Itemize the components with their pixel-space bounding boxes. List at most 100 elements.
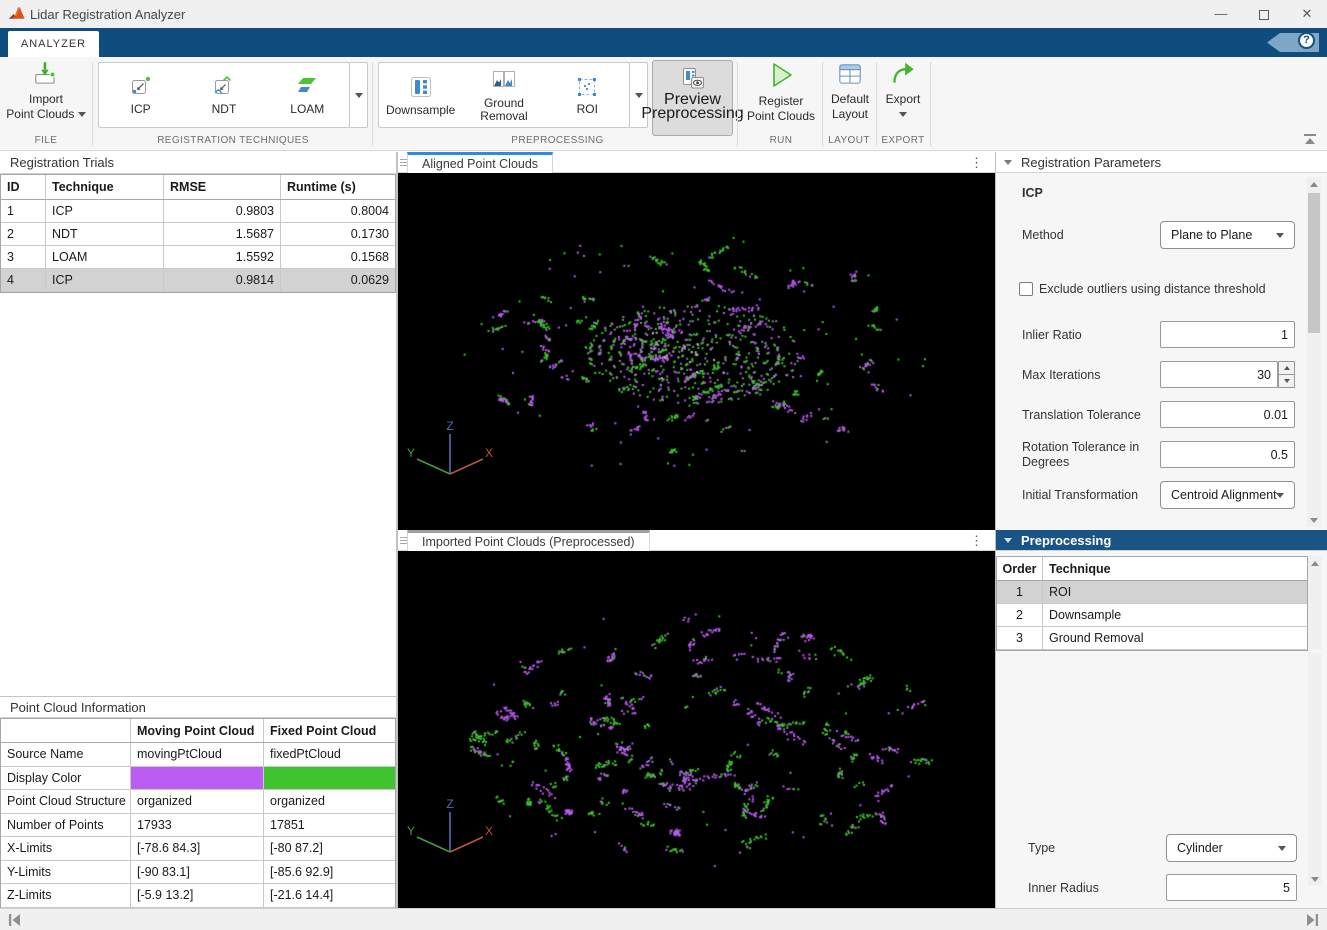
ndt-button[interactable]: NDT	[188, 65, 260, 125]
table-cell[interactable]: Downsample	[1043, 604, 1307, 626]
table-cell[interactable]: organized	[264, 790, 395, 813]
column-header-id[interactable]: ID	[1, 175, 46, 199]
table-cell[interactable]: movingPtCloud	[131, 743, 264, 766]
type-dropdown[interactable]: Cylinder	[1166, 834, 1297, 862]
loam-button[interactable]: LOAM	[271, 65, 343, 125]
table-cell[interactable]: X-Limits	[1, 837, 131, 860]
table-cell[interactable]: 3	[1, 246, 46, 268]
table-cell[interactable]: 1.5687	[164, 223, 281, 245]
table-cell[interactable]: [-80 87.2]	[264, 837, 395, 860]
table-cell[interactable]: [-78.6 84.3]	[131, 837, 264, 860]
table-cell[interactable]: 2	[1, 223, 46, 245]
table-cell[interactable]: Z-Limits	[1, 884, 131, 907]
method-dropdown[interactable]: Plane to Plane	[1160, 221, 1295, 249]
table-row[interactable]: X-Limits[-78.6 84.3][-80 87.2]	[1, 837, 395, 861]
kebab-menu-icon[interactable]: ⋮	[970, 530, 983, 551]
table-row[interactable]: Display Color	[1, 767, 395, 791]
column-header-order[interactable]: Order	[997, 557, 1043, 580]
export-button[interactable]: Export	[879, 59, 927, 139]
inner-radius-input[interactable]	[1166, 874, 1297, 901]
register-point-clouds-button[interactable]: Register Point Clouds	[741, 59, 821, 139]
table-cell[interactable]: [-90 83.1]	[131, 861, 264, 884]
preview-preprocessing-button[interactable]: Preview Preprocessing	[652, 60, 733, 136]
table-cell[interactable]: ROI	[1043, 581, 1307, 603]
icp-button[interactable]: ICP	[105, 65, 177, 125]
table-cell[interactable]: 1	[1, 200, 46, 222]
table-cell[interactable]: Source Name	[1, 743, 131, 766]
table-cell[interactable]: Display Color	[1, 767, 131, 790]
collapse-section-icon[interactable]	[1004, 160, 1012, 165]
spinner-down-button[interactable]	[1278, 375, 1295, 389]
collapse-section-icon[interactable]	[1004, 538, 1012, 543]
fixed-color-swatch[interactable]	[264, 767, 395, 790]
table-cell[interactable]: ICP	[46, 269, 164, 291]
column-header-technique[interactable]: Technique	[46, 175, 164, 199]
table-cell[interactable]: Y-Limits	[1, 861, 131, 884]
table-row[interactable]: 3LOAM1.55920.1568	[1, 246, 395, 269]
tab-analyzer[interactable]: ANALYZER	[8, 31, 99, 57]
table-cell[interactable]: 0.1568	[281, 246, 395, 268]
table-cell[interactable]: 0.1730	[281, 223, 395, 245]
scrollbar-thumb[interactable]	[1308, 193, 1320, 333]
skip-to-end-icon[interactable]	[1303, 911, 1321, 929]
table-cell[interactable]: LOAM	[46, 246, 164, 268]
scroll-down-arrow[interactable]	[1307, 513, 1321, 527]
tab-imported-point-clouds[interactable]: Imported Point Clouds (Preprocessed)	[407, 530, 650, 551]
registration-parameters-header[interactable]: Registration Parameters	[996, 152, 1327, 173]
table-cell[interactable]: Number of Points	[1, 814, 131, 837]
table-row[interactable]: Y-Limits[-90 83.1][-85.6 92.9]	[1, 861, 395, 885]
table-cell[interactable]: 1	[997, 581, 1043, 603]
drag-grip-icon[interactable]	[400, 535, 407, 546]
preprocessing-header[interactable]: Preprocessing	[996, 530, 1327, 551]
minimize-button[interactable]: —	[1201, 0, 1241, 28]
table-cell[interactable]: 4	[1, 269, 46, 291]
default-layout-button[interactable]: Default Layout	[826, 59, 874, 139]
parameters-scrollbar[interactable]	[1307, 177, 1321, 527]
table-row[interactable]: 2NDT1.56870.1730	[1, 223, 395, 246]
column-header-runtime[interactable]: Runtime (s)	[281, 175, 395, 199]
spinner-up-button[interactable]	[1278, 361, 1295, 375]
table-row[interactable]: Z-Limits[-5.9 13.2][-21.6 14.4]	[1, 884, 395, 908]
downsample-button[interactable]: Downsample	[385, 65, 457, 125]
table-cell[interactable]: 0.9803	[164, 200, 281, 222]
scroll-up-arrow[interactable]	[1308, 556, 1322, 570]
table-cell[interactable]: Ground Removal	[1043, 627, 1307, 649]
table-cell[interactable]: [-5.9 13.2]	[131, 884, 264, 907]
drag-grip-icon[interactable]	[400, 157, 407, 168]
scroll-up-arrow[interactable]	[1307, 177, 1321, 191]
table-cell[interactable]: 2	[997, 604, 1043, 626]
skip-to-start-icon[interactable]	[6, 911, 24, 929]
table-row[interactable]: Number of Points1793317851	[1, 814, 395, 838]
maximize-button[interactable]	[1244, 0, 1284, 28]
table-row[interactable]: 1ROI	[997, 581, 1307, 604]
ground-removal-button[interactable]: Ground Removal	[468, 65, 540, 125]
rotation-tolerance-input[interactable]	[1160, 441, 1295, 468]
exclude-outliers-checkbox[interactable]	[1019, 282, 1033, 296]
scroll-down-arrow[interactable]	[1308, 872, 1322, 886]
table-row[interactable]: Source NamemovingPtCloudfixedPtCloud	[1, 743, 395, 767]
table-cell[interactable]: organized	[131, 790, 264, 813]
registration-gallery-expand-button[interactable]	[350, 62, 368, 128]
table-cell[interactable]: Point Cloud Structure	[1, 790, 131, 813]
column-header-pre-technique[interactable]: Technique	[1043, 557, 1307, 580]
preprocessing-scrollbar[interactable]	[1308, 653, 1322, 886]
roi-button[interactable]: ROI	[551, 65, 623, 125]
table-cell[interactable]: 17851	[264, 814, 395, 837]
table-row[interactable]: 2Downsample	[997, 604, 1307, 627]
max-iterations-input[interactable]	[1160, 361, 1278, 388]
inlier-ratio-input[interactable]	[1160, 321, 1295, 348]
table-row[interactable]: 1ICP0.98030.8004	[1, 200, 395, 223]
initial-transformation-dropdown[interactable]: Centroid Alignment	[1160, 481, 1295, 509]
column-header-rmse[interactable]: RMSE	[164, 175, 281, 199]
collapse-toolstrip-button[interactable]	[1300, 133, 1320, 147]
table-cell[interactable]: 0.0629	[281, 269, 395, 291]
translation-tolerance-input[interactable]	[1160, 401, 1295, 428]
table-cell[interactable]: 1.5592	[164, 246, 281, 268]
import-point-clouds-button[interactable]: Import Point Clouds	[4, 59, 88, 139]
table-cell[interactable]: 0.9814	[164, 269, 281, 291]
table-cell[interactable]: ICP	[46, 200, 164, 222]
table-cell[interactable]: 17933	[131, 814, 264, 837]
table-cell[interactable]: [-21.6 14.4]	[264, 884, 395, 907]
table-row[interactable]: 4ICP0.98140.0629	[1, 269, 395, 292]
preprocessing-table-scrollbar[interactable]	[1308, 556, 1322, 649]
